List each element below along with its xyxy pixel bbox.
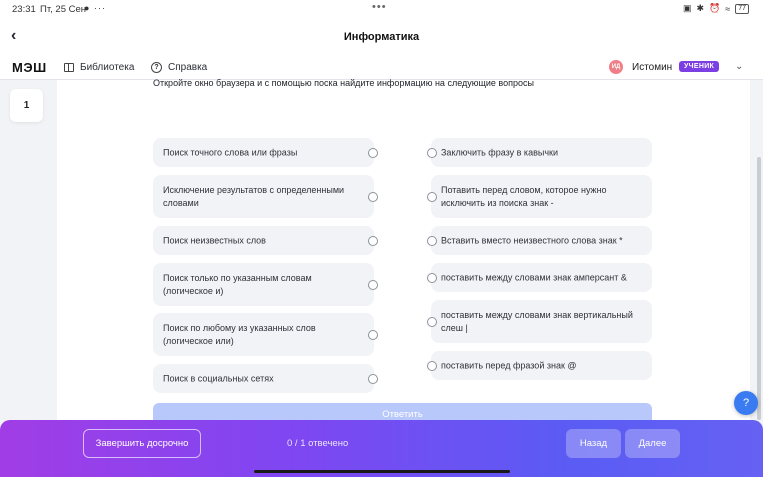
left-option-text: Поиск точного слова или фразы (163, 147, 298, 157)
title-bar: ‹ Информатика (0, 18, 763, 56)
alarm-icon: ⏰ (709, 3, 721, 13)
mesh-logo[interactable]: МЭШ (12, 60, 47, 75)
radio-button[interactable] (427, 147, 437, 158)
date: Пт, 25 Сен (40, 4, 87, 15)
page-title: Информатика (343, 31, 420, 43)
right-option[interactable]: Вставить вместо неизвестного слова знак … (427, 226, 652, 255)
right-option-text: Заключить фразу в кавычки (441, 147, 558, 157)
screen-icon: ▣ (682, 3, 692, 13)
left-option-text: Поиск по любому из указанных слов (логич… (163, 322, 316, 346)
radio-button[interactable] (427, 191, 437, 202)
left-option[interactable]: Исключение результатов с определенными с… (153, 175, 378, 218)
left-option-text: Поиск только по указанным словам (логиче… (163, 272, 312, 296)
library-label: Библиотека (80, 62, 135, 73)
radio-button[interactable] (427, 272, 437, 283)
right-option-text: поставить между словами знак амперсант & (441, 272, 627, 282)
right-option-text: поставить перед фразой знак @ (441, 360, 577, 370)
question-circle-icon: ? (151, 62, 162, 73)
battery-icon: 77 (735, 3, 749, 14)
left-option[interactable]: Поиск точного слова или фразы (153, 138, 378, 167)
right-option[interactable]: Потавить перед словом, которое нужно иск… (427, 175, 652, 218)
clock: 23:31 (12, 4, 36, 15)
home-indicator[interactable] (254, 470, 510, 473)
right-option[interactable]: Заключить фразу в кавычки (427, 138, 652, 167)
radio-button[interactable] (427, 360, 437, 371)
question-number-tab[interactable]: 1 (10, 89, 43, 122)
avatar[interactable]: ИД (609, 60, 623, 74)
right-option-text: Потавить перед словом, которое нужно иск… (441, 184, 607, 208)
library-link[interactable]: Библиотека (64, 62, 134, 73)
wifi-icon: ≈ (725, 3, 731, 14)
bluetooth-icon: ✱ (696, 3, 705, 13)
help-link[interactable]: ? Справка (151, 62, 207, 73)
radio-button[interactable] (368, 147, 378, 158)
left-option[interactable]: Поиск по любому из указанных слов (логич… (153, 313, 378, 356)
answered-progress: 0 / 1 отвечено (287, 438, 349, 449)
question-instructions: Откройте окно браузера и с помощью поска… (153, 78, 534, 88)
radio-button[interactable] (368, 191, 378, 202)
right-option-text: поставить между словами знак вертикальны… (441, 309, 633, 333)
back-button[interactable]: Назад (566, 429, 621, 458)
scrollbar[interactable] (757, 157, 761, 420)
left-option-text: Исключение результатов с определенными с… (163, 184, 345, 208)
book-icon (64, 63, 74, 72)
left-option[interactable]: Поиск только по указанным словам (логиче… (153, 263, 378, 306)
role-badge: УЧЕНИК (679, 61, 720, 72)
user-name[interactable]: Истомин (632, 62, 672, 73)
right-option[interactable]: поставить между словами знак амперсант & (427, 263, 652, 292)
radio-button[interactable] (368, 279, 378, 290)
system-status-bar: 23:31 Пт, 25 Сен ● ··· ••• ▣ ✱ ⏰ ≈ 77 (0, 0, 763, 18)
next-button[interactable]: Далее (625, 429, 680, 458)
radio-button[interactable] (368, 373, 378, 384)
more-icon: ··· (94, 3, 106, 13)
window-dots[interactable]: ••• (372, 1, 387, 13)
sync-icon: ● (84, 3, 90, 13)
help-button[interactable]: ? (734, 391, 758, 415)
right-option[interactable]: поставить перед фразой знак @ (427, 351, 652, 380)
radio-button[interactable] (368, 235, 378, 246)
help-label: Справка (168, 62, 208, 73)
right-option-text: Вставить вместо неизвестного слова знак … (441, 235, 623, 245)
left-option-text: Поиск в социальных сетях (163, 373, 274, 383)
finish-early-button[interactable]: Завершить досрочно (83, 429, 201, 458)
right-option[interactable]: поставить между словами знак вертикальны… (427, 300, 652, 343)
radio-button[interactable] (427, 316, 437, 327)
radio-button[interactable] (368, 329, 378, 340)
chevron-down-icon[interactable]: ⌄ (735, 61, 743, 72)
top-navigation: МЭШ Библиотека ? Справка ИД Истомин УЧЕН… (0, 56, 763, 80)
test-footer: Завершить досрочно 0 / 1 отвечено Назад … (0, 420, 763, 477)
left-option-text: Поиск неизвестных слов (163, 235, 266, 245)
radio-button[interactable] (427, 235, 437, 246)
left-option[interactable]: Поиск неизвестных слов (153, 226, 378, 255)
status-icons: ▣ ✱ ⏰ ≈ 77 (683, 3, 749, 14)
left-option[interactable]: Поиск в социальных сетях (153, 364, 378, 393)
